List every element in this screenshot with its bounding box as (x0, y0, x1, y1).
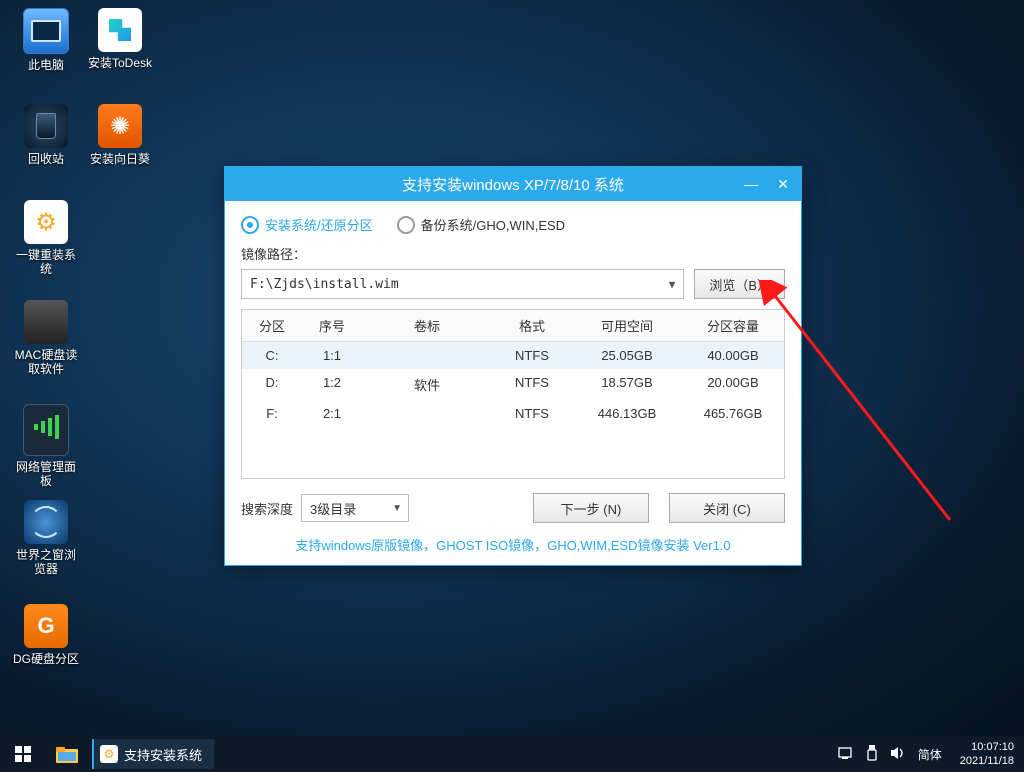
windows-logo-icon (15, 746, 31, 762)
next-button[interactable]: 下一步 (N) (533, 493, 649, 523)
desktop-icon-net-panel[interactable]: 网络管理面板 (12, 404, 80, 488)
tray-time: 10:07:10 (960, 740, 1014, 754)
desktop-icon-sunflower[interactable]: 安装向日葵 (86, 104, 154, 166)
desktop-icon-mac-hdd[interactable]: MAC硬盘读取软件 (12, 300, 80, 376)
radio-label: 安装系统/还原分区 (265, 215, 373, 234)
gears-icon (24, 200, 68, 244)
icon-label: MAC硬盘读取软件 (12, 348, 80, 376)
volume-icon[interactable] (890, 746, 906, 763)
table-row[interactable]: C:1:1 NTFS25.05GB40.00GB (242, 342, 784, 369)
table-row[interactable]: F:2:1 NTFS446.13GB465.76GB (242, 400, 784, 427)
col-free: 可用空间 (572, 310, 682, 341)
partition-table: 分区 序号 卷标 格式 可用空间 分区容量 C:1:1NTFS25.05GB40… (241, 309, 785, 479)
table-header: 分区 序号 卷标 格式 可用空间 分区容量 (242, 310, 784, 342)
close-button[interactable]: 关闭 (C) (669, 493, 785, 523)
desktop-icon-this-pc[interactable]: 此电脑 (12, 8, 80, 72)
radio-dot-icon (397, 216, 415, 234)
desktop-icon-browser[interactable]: 世界之窗浏览器 (12, 500, 80, 576)
icon-label: 安装向日葵 (86, 152, 154, 166)
close-x-button[interactable]: ✕ (771, 174, 795, 194)
taskbar-app-button[interactable]: ⚙ 支持安装系统 (92, 739, 214, 769)
minimize-button[interactable]: — (739, 174, 763, 194)
network-bars-icon (23, 404, 69, 456)
table-cell (362, 400, 492, 427)
icon-label: 一键重装系统 (12, 248, 80, 276)
ime-indicator[interactable]: 简体 (918, 746, 942, 763)
table-cell: 1:1 (302, 342, 362, 369)
table-cell: 18.57GB (572, 369, 682, 400)
table-cell (362, 342, 492, 369)
col-index: 序号 (302, 310, 362, 341)
desktop-icon-reinstall[interactable]: 一键重装系统 (12, 200, 80, 276)
table-cell: 40.00GB (682, 342, 784, 369)
image-path-value: F:\Zjds\install.wim (250, 277, 399, 292)
table-cell: NTFS (492, 342, 572, 369)
folder-icon (56, 745, 78, 763)
table-row[interactable]: D:1:2软件NTFS18.57GB20.00GB (242, 369, 784, 400)
desktop-icon-recycle-bin[interactable]: 回收站 (12, 104, 80, 166)
diskgenius-icon (24, 604, 68, 648)
col-volume: 卷标 (362, 310, 492, 341)
radio-dot-icon (241, 216, 259, 234)
radio-install-restore[interactable]: 安装系统/还原分区 (241, 215, 373, 234)
install-dialog: 支持安装windows XP/7/8/10 系统 — ✕ 安装系统/还原分区 备… (224, 166, 802, 566)
table-cell: 软件 (362, 369, 492, 400)
search-depth-dropdown[interactable]: 3级目录 (301, 494, 409, 522)
table-cell: NTFS (492, 400, 572, 427)
icon-label: DG硬盘分区 (12, 652, 80, 666)
recycle-bin-icon (24, 104, 68, 148)
desktop-icon-todesk[interactable]: 安装ToDesk (86, 8, 154, 70)
col-total: 分区容量 (682, 310, 784, 341)
taskbar-explorer[interactable] (46, 736, 88, 772)
table-cell: 465.76GB (682, 400, 784, 427)
table-cell: F: (242, 400, 302, 427)
radio-backup[interactable]: 备份系统/GHO,WIN,ESD (397, 215, 565, 234)
start-button[interactable] (0, 736, 46, 772)
icon-label: 安装ToDesk (86, 56, 154, 70)
system-tray: 简体 10:07:10 2021/11/18 (838, 740, 1024, 768)
window-title: 支持安装windows XP/7/8/10 系统 (402, 174, 624, 195)
globe-icon (24, 500, 68, 544)
icon-label: 世界之窗浏览器 (12, 548, 80, 576)
table-cell: 446.13GB (572, 400, 682, 427)
taskbar-app-label: 支持安装系统 (124, 745, 202, 764)
icon-label: 此电脑 (12, 58, 80, 72)
tray-date: 2021/11/18 (960, 754, 1014, 768)
table-cell: 25.05GB (572, 342, 682, 369)
image-path-dropdown[interactable]: F:\Zjds\install.wim (241, 269, 684, 299)
table-cell: 2:1 (302, 400, 362, 427)
table-cell: D: (242, 369, 302, 400)
apple-icon (24, 300, 68, 344)
titlebar[interactable]: 支持安装windows XP/7/8/10 系统 — ✕ (225, 167, 801, 201)
monitor-icon (23, 8, 69, 54)
col-partition: 分区 (242, 310, 302, 341)
usb-icon[interactable] (866, 745, 878, 764)
icon-label: 网络管理面板 (12, 460, 80, 488)
tray-clock[interactable]: 10:07:10 2021/11/18 (954, 740, 1014, 768)
icon-label: 回收站 (12, 152, 80, 166)
todesk-icon (98, 8, 142, 52)
col-format: 格式 (492, 310, 572, 341)
status-line: 支持windows原版镜像，GHOST ISO镜像，GHO,WIM,ESD镜像安… (241, 535, 785, 554)
table-cell: NTFS (492, 369, 572, 400)
browse-button[interactable]: 浏览（B） (694, 269, 785, 299)
taskbar: ⚙ 支持安装系统 简体 10:07:10 2021/11/18 (0, 736, 1024, 772)
table-cell: 1:2 (302, 369, 362, 400)
radio-label: 备份系统/GHO,WIN,ESD (421, 215, 565, 234)
table-cell: 20.00GB (682, 369, 784, 400)
table-cell: C: (242, 342, 302, 369)
image-path-label: 镜像路径： (241, 244, 785, 263)
search-depth-label: 搜索深度 (241, 499, 293, 518)
gears-icon: ⚙ (100, 745, 118, 763)
sunflower-icon (98, 104, 142, 148)
desktop-icon-dg[interactable]: DG硬盘分区 (12, 604, 80, 666)
network-icon[interactable] (838, 746, 854, 763)
